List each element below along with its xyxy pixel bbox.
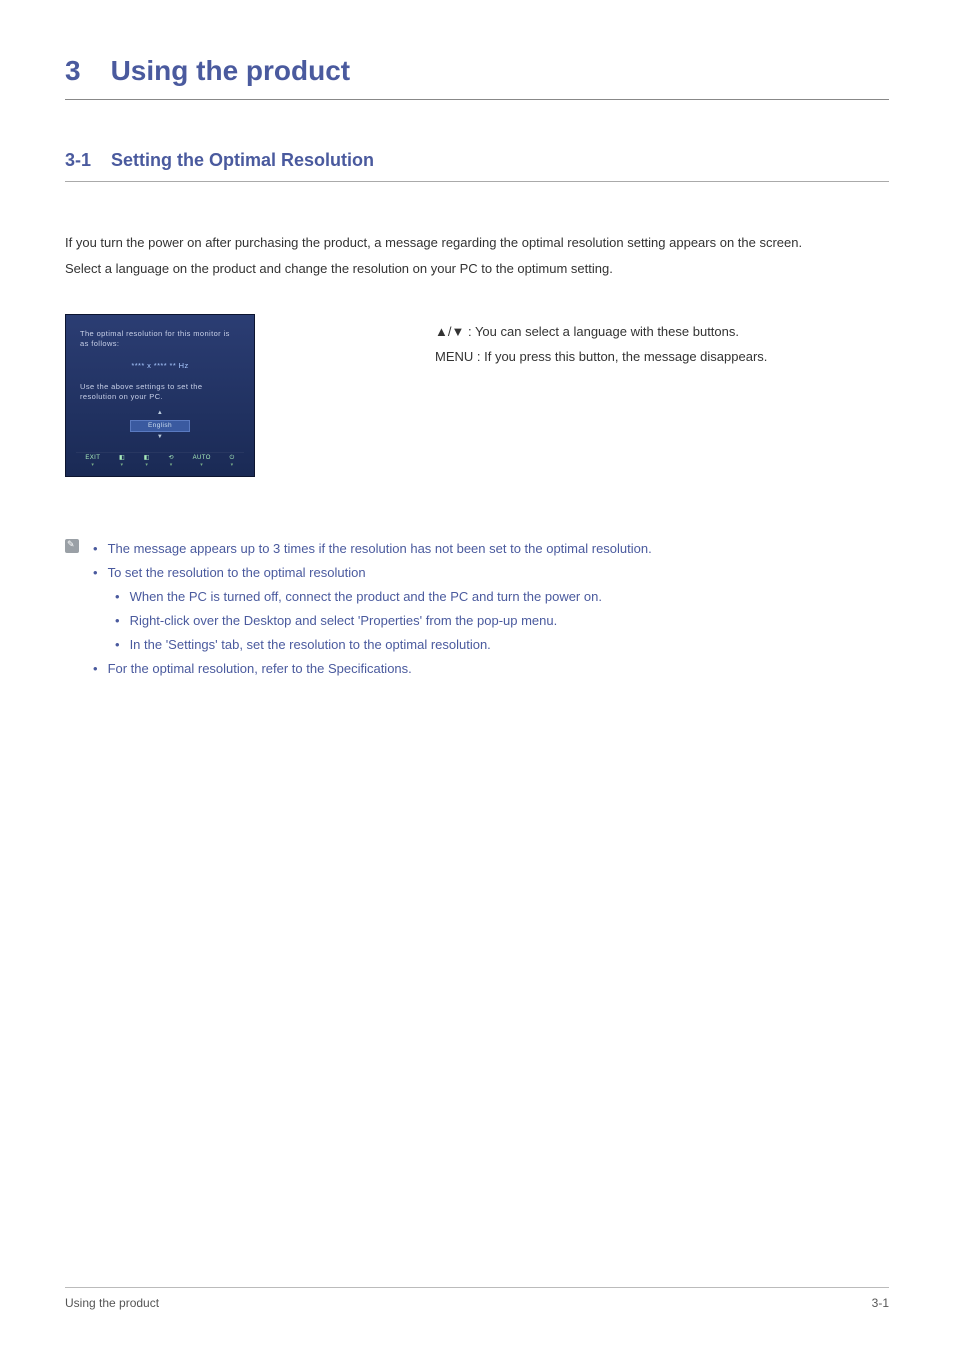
note-item: The message appears up to 3 times if the…: [93, 537, 652, 561]
note-subitem: When the PC is turned off, connect the p…: [93, 585, 652, 609]
intro-line-1: If you turn the power on after purchasin…: [65, 230, 889, 256]
osd-icon-row: EXIT ◧ ◧ ⟲ AUTO ⏻: [76, 452, 244, 468]
chapter-title-text: Using the product: [111, 55, 351, 86]
osd-line3: Use the above settings to set the resolu…: [76, 382, 244, 410]
osd-screenshot: The optimal resolution for this monitor …: [65, 314, 255, 477]
power-icon: ⏻: [229, 455, 234, 468]
section-title-text: Setting the Optimal Resolution: [111, 150, 374, 170]
updown-description: ▲/▼ : You can select a language with the…: [435, 320, 767, 345]
osd-resolution: **** x **** ** Hz: [76, 361, 244, 383]
osd-line1: The optimal resolution for this monitor …: [76, 329, 244, 361]
note-item: For the optimal resolution, refer to the…: [93, 657, 652, 681]
note-subitem: Right-click over the Desktop and select …: [93, 609, 652, 633]
button-descriptions: ▲/▼ : You can select a language with the…: [435, 314, 767, 477]
adjust-icon: ◧: [144, 455, 150, 468]
footer-section-name: Using the product: [65, 1296, 159, 1310]
note-list: The message appears up to 3 times if the…: [93, 537, 652, 681]
intro-line-2: Select a language on the product and cha…: [65, 256, 889, 282]
note-block: The message appears up to 3 times if the…: [65, 537, 889, 681]
chevron-down-icon: ▼: [76, 434, 244, 442]
intro-paragraph: If you turn the power on after purchasin…: [65, 230, 889, 282]
adjust-icon: ◧: [119, 455, 125, 468]
note-item: To set the resolution to the optimal res…: [93, 561, 652, 585]
chapter-number: 3: [65, 55, 81, 86]
page-footer: Using the product 3-1: [65, 1287, 889, 1310]
return-icon: ⟲: [169, 455, 174, 468]
note-subitem: In the 'Settings' tab, set the resolutio…: [93, 633, 652, 657]
exit-icon: EXIT: [85, 455, 100, 468]
note-icon: [65, 539, 79, 553]
auto-icon: AUTO: [193, 455, 211, 468]
chevron-up-icon: ▲: [76, 410, 244, 418]
menu-description: MENU : If you press this button, the mes…: [435, 345, 767, 370]
chapter-title: 3 Using the product: [65, 55, 889, 100]
footer-page-number: 3-1: [872, 1296, 889, 1310]
section-number: 3-1: [65, 150, 91, 170]
section-title: 3-1 Setting the Optimal Resolution: [65, 150, 889, 182]
osd-language-option: English: [130, 420, 190, 432]
